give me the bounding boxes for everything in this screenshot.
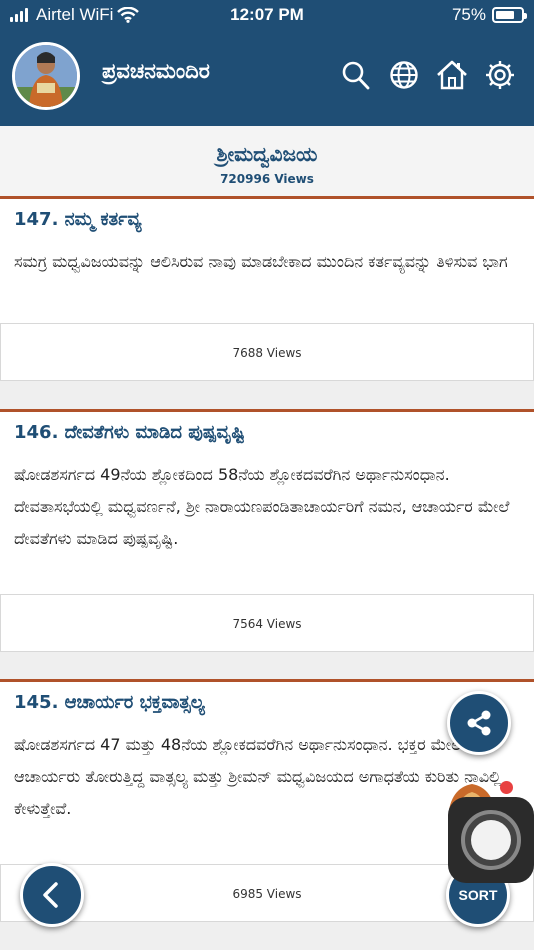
item-description: ಷೋಡಶಸರ್ಗದ 49ನೆಯ ಶ್ಲೋಕದಿಂದ 58ನೆಯ ಶ್ಲೋಕದವರ…	[14, 465, 510, 548]
back-button[interactable]	[20, 863, 84, 927]
battery-status: 75%	[451, 5, 527, 25]
item-description: ಸಮಗ್ರ ಮಧ್ವವಿಜಯವನ್ನು ಆಲಿಸಿರುವ ನಾವು ಮಾಡಬೇಕ…	[14, 252, 508, 271]
item-title: 147. ನಮ್ಮ ಕರ್ತವ್ಯ	[14, 209, 142, 230]
share-icon	[467, 710, 491, 736]
assistive-touch-button[interactable]	[448, 797, 534, 883]
settings-icon[interactable]	[484, 58, 516, 92]
battery-icon	[492, 7, 527, 23]
avatar[interactable]	[12, 42, 80, 110]
item-views: 7564 Views	[0, 594, 534, 652]
home-icon[interactable]	[436, 58, 468, 92]
battery-percent: 75%	[451, 5, 486, 24]
series-title: ಶ್ರೀಮದ್ವವಿಜಯ	[216, 142, 318, 166]
search-icon[interactable]	[340, 58, 372, 92]
item-title: 146. ದೇವತೆಗಳು ಮಾಡಿದ ಪುಷ್ಪವೃಷ್ಟಿ	[14, 422, 245, 443]
back-icon	[43, 882, 58, 908]
share-button[interactable]	[447, 691, 511, 755]
series-views: 720996 Views	[220, 172, 314, 186]
app-header: Airtel WiFi 12:07 PM 75% ಪ್ರವಚನಮಂದಿರ	[0, 0, 534, 126]
list-item[interactable]: 146. ದೇವತೆಗಳು ಮಾಡಿದ ಪುಷ್ಪವೃಷ್ಟಿ ಷೋಡಶಸರ್ಗ…	[0, 409, 534, 652]
item-views: 7688 Views	[0, 323, 534, 381]
app-title: ಪ್ರವಚನಮಂದಿರ	[102, 59, 210, 83]
list-item[interactable]: 147. ನಮ್ಮ ಕರ್ತವ್ಯ ಸಮಗ್ರ ಮಧ್ವವಿಜಯವನ್ನು ಆಲ…	[0, 196, 534, 381]
header-actions	[340, 58, 516, 92]
globe-icon[interactable]	[388, 58, 420, 92]
notification-dot	[500, 781, 513, 794]
status-bar: Airtel WiFi 12:07 PM 75%	[0, 0, 534, 30]
series-header: ಶ್ರೀಮದ್ವವಿಜಯ 720996 Views	[0, 126, 534, 196]
